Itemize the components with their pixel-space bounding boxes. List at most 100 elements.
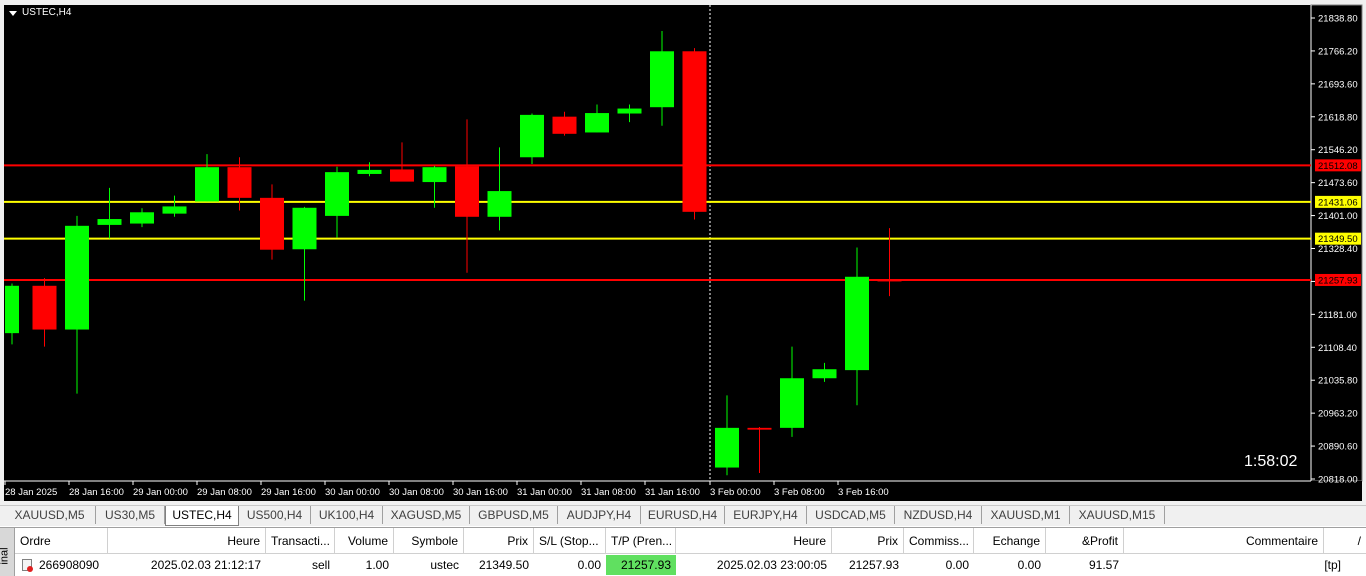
col-header-profit[interactable]: &Profit bbox=[1046, 528, 1124, 554]
tab-eurusd-h4[interactable]: EURUSD,H4 bbox=[641, 506, 725, 524]
x-tick-label-12: 3 Feb 08:00 bbox=[774, 487, 825, 498]
candle-body-5 bbox=[162, 206, 187, 214]
tab-eurjpy-h4[interactable]: EURJPY,H4 bbox=[725, 506, 807, 524]
x-tick-label-6: 30 Jan 08:00 bbox=[389, 487, 444, 498]
cell-type: sell bbox=[311, 558, 330, 572]
chart-tabs-bar: XAUUSD,M5 US30,M5 USTEC,H4 US500,H4 UK10… bbox=[0, 505, 1366, 526]
price-chart[interactable]: 21838.80 21766.20 21693.60 21618.80 21546.20… bbox=[0, 0, 1366, 505]
candle-body-27 bbox=[877, 279, 902, 282]
col-header-extra[interactable]: / bbox=[1324, 528, 1366, 554]
candle-body-22 bbox=[715, 427, 739, 468]
terminal-panel: inal Ordre Heure Transacti... Volume Sym… bbox=[0, 527, 1366, 576]
col-header-commission[interactable]: Commiss... bbox=[904, 528, 974, 554]
x-tick-label-10: 31 Jan 16:00 bbox=[645, 487, 700, 498]
col-header-tp[interactable]: T/P (Pren... bbox=[606, 528, 676, 554]
cell-open-price: 21349.50 bbox=[478, 558, 529, 572]
col-header-order[interactable]: Ordre bbox=[15, 528, 108, 554]
cell-symbol: ustec bbox=[430, 558, 459, 572]
candle-body-0 bbox=[5, 285, 19, 334]
tab-ustec-h4[interactable]: USTEC,H4 bbox=[165, 506, 239, 526]
price-line-label-2: 21349.50 bbox=[1318, 234, 1358, 245]
cell-order[interactable]: 266908090 bbox=[34, 555, 108, 575]
price-line-label-1: 21431.06 bbox=[1318, 197, 1358, 208]
cell-comment: [tp] bbox=[1324, 558, 1341, 572]
tab-xagusd-m5[interactable]: XAGUSD,M5 bbox=[383, 506, 470, 524]
candle-body-3 bbox=[97, 219, 122, 225]
symbol-dropdown-icon[interactable] bbox=[9, 11, 17, 16]
tab-us30-m5[interactable]: US30,M5 bbox=[96, 506, 165, 524]
y-tick-label-2: 21693.60 bbox=[1318, 79, 1358, 90]
price-line-label-0: 21512.08 bbox=[1318, 161, 1358, 172]
x-tick-label-11: 3 Feb 00:00 bbox=[710, 487, 761, 498]
tab-us500-h4[interactable]: US500,H4 bbox=[239, 506, 311, 524]
candle-body-6 bbox=[195, 167, 219, 202]
y-tick-label-5: 21473.60 bbox=[1318, 178, 1358, 189]
cell-sl: 0.00 bbox=[577, 558, 601, 572]
candle-body-24 bbox=[780, 378, 804, 428]
candle-body-4 bbox=[130, 212, 154, 224]
col-header-open-time[interactable]: Heure bbox=[108, 528, 266, 554]
y-tick-label-3: 21618.80 bbox=[1318, 112, 1358, 123]
tab-gbpusd-m5[interactable]: GBPUSD,M5 bbox=[470, 506, 558, 524]
col-header-open-price[interactable]: Prix bbox=[464, 528, 534, 554]
col-header-comment[interactable]: Commentaire bbox=[1124, 528, 1324, 554]
candle-body-10 bbox=[325, 172, 349, 216]
y-tick-label-4: 21546.20 bbox=[1318, 145, 1358, 156]
cell-commission: 0.00 bbox=[945, 558, 969, 572]
candle-body-8 bbox=[260, 197, 284, 250]
col-header-sl[interactable]: S/L (Stop... bbox=[534, 528, 606, 554]
candle-countdown: 1:58:02 bbox=[1244, 453, 1298, 470]
col-header-swap[interactable]: Echange bbox=[974, 528, 1046, 554]
tab-uk100-h4[interactable]: UK100,H4 bbox=[311, 506, 383, 524]
x-tick-label-13: 3 Feb 16:00 bbox=[838, 487, 889, 498]
col-header-volume[interactable]: Volume bbox=[335, 528, 394, 554]
tab-xauusd-m15[interactable]: XAUUSD,M15 bbox=[1070, 506, 1165, 524]
candle-body-1 bbox=[32, 285, 57, 330]
candle-body-9 bbox=[292, 207, 317, 250]
tab-audjpy-h4[interactable]: AUDJPY,H4 bbox=[558, 506, 641, 524]
candle-body-2 bbox=[65, 225, 89, 330]
cell-tp: 21257.93 bbox=[620, 558, 671, 572]
cell-close-time: 2025.02.03 23:00:05 bbox=[716, 558, 827, 572]
tab-usdcad-m5[interactable]: USDCAD,M5 bbox=[807, 506, 895, 524]
chart-window[interactable]: 21838.80 21766.20 21693.60 21618.80 21546.20… bbox=[0, 0, 1366, 505]
candle-body-19 bbox=[617, 108, 642, 114]
y-tick-label-12: 20963.20 bbox=[1318, 409, 1358, 420]
candle-body-12 bbox=[390, 169, 414, 182]
x-tick-label-0: 28 Jan 2025 bbox=[5, 487, 57, 498]
candle-body-7 bbox=[227, 167, 252, 198]
cell-volume: 1.00 bbox=[365, 558, 389, 572]
candle-body-20 bbox=[650, 51, 674, 108]
col-header-symbol[interactable]: Symbole bbox=[394, 528, 464, 554]
tab-xauusd-m5[interactable]: XAUUSD,M5 bbox=[4, 506, 96, 524]
candle-body-25 bbox=[812, 369, 837, 379]
x-tick-label-3: 29 Jan 08:00 bbox=[197, 487, 252, 498]
candle-body-26 bbox=[845, 276, 869, 371]
col-header-type[interactable]: Transacti... bbox=[266, 528, 335, 554]
y-tick-label-10: 21108.40 bbox=[1318, 343, 1357, 354]
terminal-side-tab[interactable]: inal bbox=[0, 528, 15, 576]
y-tick-label-11: 21035.80 bbox=[1318, 376, 1358, 387]
terminal-side-label: inal bbox=[0, 547, 11, 565]
cell-open-time: 2025.02.03 21:12:17 bbox=[150, 558, 261, 572]
tab-nzdusd-h4[interactable]: NZDUSD,H4 bbox=[895, 506, 982, 524]
col-header-close-price[interactable]: Prix bbox=[832, 528, 904, 554]
price-line-label-3: 21257.93 bbox=[1318, 275, 1358, 286]
candle-body-16 bbox=[520, 114, 544, 158]
candle-body-11 bbox=[357, 169, 382, 174]
tab-xauusd-m1[interactable]: XAUUSD,M1 bbox=[982, 506, 1070, 524]
col-header-close-time[interactable]: Heure bbox=[676, 528, 832, 554]
y-tick-label-13: 20890.60 bbox=[1318, 442, 1358, 453]
candle-body-23 bbox=[747, 427, 772, 430]
y-tick-label-14: 20818.00 bbox=[1318, 475, 1358, 486]
y-tick-label-7: 21328.40 bbox=[1318, 244, 1358, 255]
x-tick-label-8: 31 Jan 00:00 bbox=[517, 487, 572, 498]
y-tick-label-1: 21766.20 bbox=[1318, 46, 1358, 57]
x-tick-label-9: 31 Jan 08:00 bbox=[581, 487, 636, 498]
cell-profit: 91.57 bbox=[1088, 558, 1119, 572]
x-tick-label-7: 30 Jan 16:00 bbox=[453, 487, 508, 498]
closed-order-icon bbox=[22, 559, 33, 572]
candle-body-17 bbox=[552, 116, 577, 134]
x-tick-label-4: 29 Jan 16:00 bbox=[261, 487, 316, 498]
x-tick-label-1: 28 Jan 16:00 bbox=[69, 487, 124, 498]
